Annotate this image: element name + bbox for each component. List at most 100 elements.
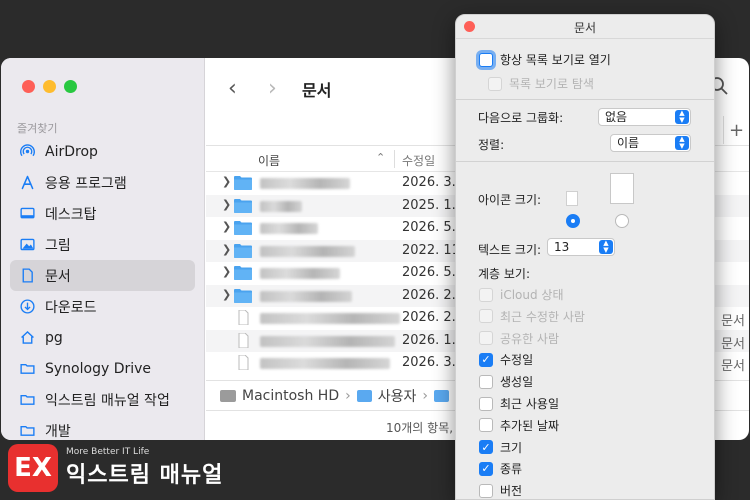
column-option-checkbox[interactable]: ✓ 수정일 [479, 351, 533, 368]
sidebar-item-dev[interactable]: 개발 [10, 415, 195, 440]
modified-date: 2026. 3. [402, 355, 456, 370]
checkbox-label: iCloud 상태 [500, 288, 564, 302]
new-tab-button[interactable]: + [723, 116, 749, 144]
column-divider[interactable] [394, 150, 395, 168]
sort-select[interactable]: 이름 ▲ ▼ [610, 134, 691, 152]
chevron-up-down-icon: ▲ ▼ [675, 110, 689, 124]
column-option-checkbox[interactable]: 공유한 사람 [479, 330, 559, 347]
sidebar-item-label: 다운로드 [45, 299, 97, 316]
document-icon [18, 267, 36, 285]
close-button[interactable] [22, 80, 35, 93]
folder-icon [234, 288, 252, 303]
file-name-redacted [260, 268, 340, 279]
column-option-checkbox[interactable]: ✓ 크기 [479, 439, 522, 456]
checkbox-label: 크기 [500, 440, 523, 455]
column-option-checkbox[interactable]: 추가된 날짜 [479, 417, 559, 434]
icon-size-large-radio[interactable] [615, 214, 629, 228]
checkbox[interactable]: ✓ [479, 352, 493, 367]
select-value: 이름 [617, 136, 640, 150]
logo-tagline: More Better IT Life [66, 447, 150, 457]
folder-icon [18, 360, 36, 378]
column-option-checkbox[interactable]: ✓ 종류 [479, 460, 522, 477]
sidebar-item-label: 개발 [45, 423, 71, 440]
checkbox[interactable] [488, 76, 502, 91]
checkbox[interactable] [479, 331, 493, 346]
file-kind: 문서 [721, 336, 745, 352]
sidebar-item-documents[interactable]: 문서 [10, 260, 195, 291]
chevron-right-icon: › [422, 387, 428, 404]
column-option-checkbox[interactable]: 버전 [479, 482, 522, 499]
applications-icon [18, 174, 36, 192]
checkbox-label: 목록 보기로 탐색 [509, 77, 594, 91]
sidebar-item-downloads[interactable]: 다운로드 [10, 291, 195, 322]
path-users[interactable]: 사용자 [378, 386, 417, 406]
checkbox[interactable] [479, 418, 493, 433]
checkbox-label: 버전 [500, 484, 523, 499]
sidebar-item-airdrop[interactable]: AirDrop [10, 136, 195, 167]
text-size-label: 텍스트 크기: [478, 243, 542, 257]
checkbox-label: 공유한 사람 [500, 331, 560, 346]
large-document-icon [610, 173, 634, 204]
logo-title: 익스트림 매뉴얼 [66, 463, 224, 488]
file-name-redacted [260, 223, 318, 234]
checkbox[interactable] [479, 374, 493, 389]
disclosure-chevron-icon[interactable]: ❯ [222, 198, 231, 211]
sidebar-item-pictures[interactable]: 그림 [10, 229, 195, 260]
folder-icon [18, 391, 36, 409]
logo-text: More Better IT Life 익스트림 매뉴얼 [66, 447, 223, 489]
disclosure-chevron-icon[interactable]: ❯ [222, 288, 231, 301]
sidebar-item-extreme-manual[interactable]: 익스트림 매뉴얼 작업 [10, 384, 195, 415]
column-option-checkbox[interactable]: iCloud 상태 [479, 286, 564, 303]
small-document-icon [566, 191, 578, 206]
sidebar-item-applications[interactable]: 응용 프로그램 [10, 167, 195, 198]
modified-date: 2026. 3. [402, 175, 456, 190]
sidebar-item-synology-drive[interactable]: Synology Drive [10, 353, 195, 384]
icon-size-label: 아이콘 크기: [478, 193, 542, 207]
path-disk[interactable]: Macintosh HD [242, 388, 339, 404]
sidebar-item-desktop[interactable]: 데스크탑 [10, 198, 195, 229]
checkbox[interactable] [479, 309, 493, 324]
desktop-icon [18, 205, 36, 223]
checkbox[interactable] [479, 287, 493, 302]
minimize-button[interactable] [43, 80, 56, 93]
maximize-button[interactable] [64, 80, 77, 93]
checkbox[interactable]: ✓ [479, 461, 493, 476]
checkbox[interactable] [479, 52, 493, 67]
modified-date: 2025. 1. [402, 197, 456, 213]
column-option-checkbox[interactable]: 최근 수정한 사람 [479, 308, 585, 325]
group-by-select[interactable]: 없음 ▲ ▼ [598, 108, 691, 126]
column-option-checkbox[interactable]: 생성일 [479, 373, 533, 390]
select-value: 13 [554, 240, 570, 254]
sidebar: 즐겨찾기 AirDrop 응용 프로그램 데스크탑 그림 문서 다운로드 pg … [1, 58, 205, 440]
always-open-list-checkbox[interactable]: 항상 목록 보기로 열기 [479, 51, 611, 68]
chevron-up-down-icon: ▲ ▼ [675, 136, 689, 150]
sidebar-item-label: pg [45, 329, 63, 346]
checkbox[interactable]: ✓ [479, 440, 493, 455]
column-name[interactable]: 이름 [258, 152, 280, 169]
back-button[interactable]: ‹ [228, 76, 237, 101]
file-name-redacted [260, 358, 390, 369]
checkbox[interactable] [479, 396, 493, 411]
logo-mark-text: EX [14, 453, 52, 483]
sidebar-list: AirDrop 응용 프로그램 데스크탑 그림 문서 다운로드 pg Synol… [10, 136, 195, 440]
disclosure-chevron-icon[interactable]: ❯ [222, 220, 231, 233]
file-name-redacted [260, 245, 355, 257]
checkbox-label: 수정일 [500, 353, 534, 368]
sidebar-section-favorites: 즐겨찾기 [17, 122, 58, 135]
hierarchy-label: 계층 보기: [478, 267, 531, 281]
window-controls [22, 80, 77, 93]
disclosure-chevron-icon[interactable]: ❯ [222, 175, 231, 188]
disclosure-chevron-icon[interactable]: ❯ [222, 243, 231, 256]
text-size-select[interactable]: 13 ▲ ▼ [547, 238, 615, 256]
forward-button[interactable]: › [268, 76, 277, 101]
sidebar-item-pg[interactable]: pg [10, 322, 195, 353]
browse-list-checkbox[interactable]: 목록 보기로 탐색 [488, 75, 594, 92]
column-date[interactable]: 수정일 [402, 152, 435, 169]
checkbox[interactable] [479, 483, 493, 498]
checkbox-label: 최근 사용일 [500, 397, 560, 411]
panel-close-button[interactable] [464, 21, 475, 32]
icon-size-small-radio[interactable] [566, 214, 580, 228]
file-name-redacted [260, 313, 400, 324]
column-option-checkbox[interactable]: 최근 사용일 [479, 395, 559, 412]
disclosure-chevron-icon[interactable]: ❯ [222, 265, 231, 278]
